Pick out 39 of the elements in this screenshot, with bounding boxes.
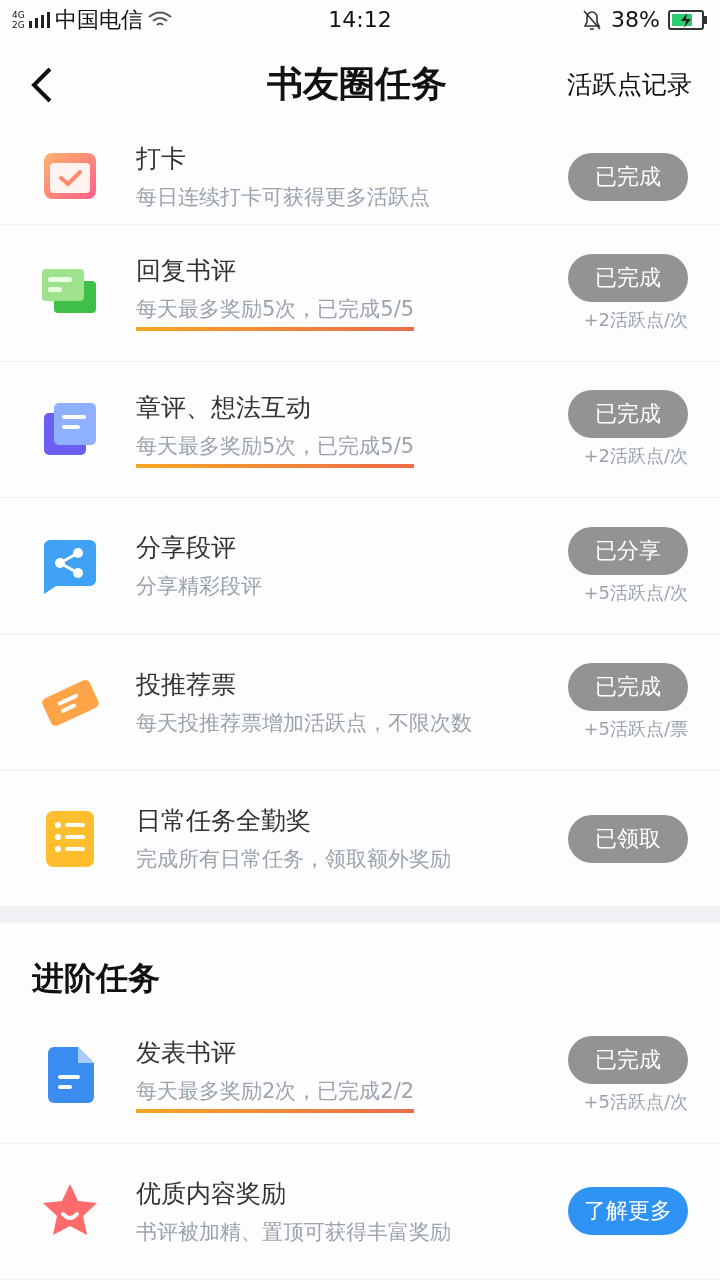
task-button[interactable]: 已完成 [568,152,688,201]
task-button[interactable]: 已分享 [568,526,688,575]
task-title: 章评、想法互动 [136,391,311,424]
task-title: 投推荐票 [136,668,236,701]
network-label: 4G [12,9,25,20]
task-button[interactable]: 已完成 [568,663,688,712]
carrier-name: 中国电信 [54,5,143,34]
task-title: 日常任务全勤奖 [136,805,311,838]
reward-text: +5活跃点/次 [583,1089,688,1114]
battery-icon [668,8,708,31]
reward-text: +5活跃点/票 [583,717,688,742]
task-description: 书评被加精、置顶可获得丰富奖励 [136,1218,451,1246]
task-description: 每日连续打卡可获得更多活跃点 [136,184,430,212]
page-title: 书友圈任务 [265,61,448,107]
task-title: 回复书评 [136,255,236,288]
task-title: 发表书评 [136,1037,236,1070]
battery-percent: 38% [611,7,660,33]
task-description: 每天最多奖励5次，已完成5/5 [136,295,415,332]
reward-text: +5活跃点/次 [583,580,688,605]
task-button[interactable]: 已完成 [568,253,688,302]
task-button[interactable]: 已领取 [568,814,688,863]
activity-record-link[interactable]: 活跃点记录 [567,68,692,102]
reward-text: +2活跃点/次 [583,444,688,469]
task-description: 每天投推荐票增加活跃点，不限次数 [136,709,472,737]
task-button[interactable]: 已完成 [568,390,688,439]
status-time: 14:12 [328,7,392,33]
reward-text: +2活跃点/次 [583,307,688,332]
task-title: 分享段评 [136,532,236,565]
task-description: 分享精彩段评 [136,573,262,601]
task-title: 打卡 [136,143,186,176]
network-label: 2G [12,19,25,30]
section-title: 进阶任务 [30,958,161,1000]
task-title: 优质内容奖励 [136,1177,286,1210]
task-button[interactable]: 了解更多 [568,1187,688,1236]
task-description: 完成所有日常任务，领取额外奖励 [136,846,451,874]
task-description: 每天最多奖励2次，已完成2/2 [136,1077,415,1114]
task-description: 每天最多奖励5次，已完成5/5 [136,431,415,468]
signal-icon [28,11,51,28]
task-button[interactable]: 已完成 [568,1035,688,1084]
